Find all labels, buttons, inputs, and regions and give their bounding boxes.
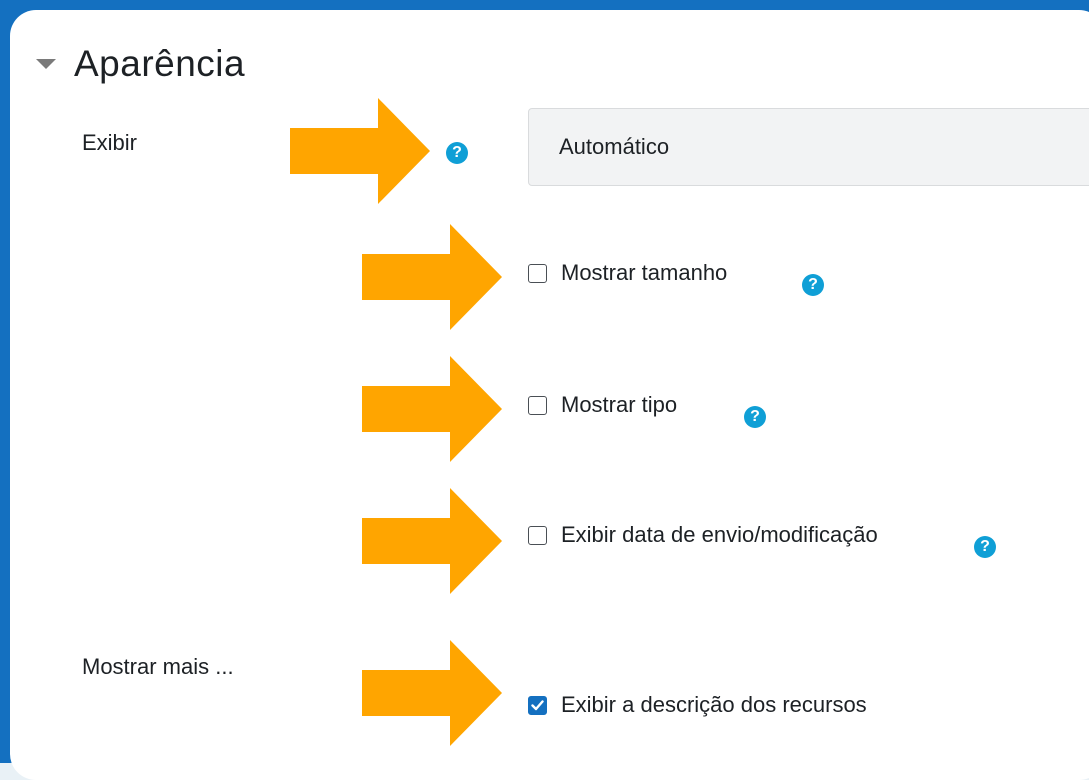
checkmark-icon bbox=[531, 699, 544, 710]
option-show-size[interactable]: Mostrar tamanho bbox=[528, 260, 727, 286]
help-icon[interactable]: ? bbox=[974, 536, 996, 558]
arrow-icon bbox=[362, 356, 502, 462]
section-header[interactable]: Aparência bbox=[36, 42, 245, 86]
arrow-icon bbox=[362, 488, 502, 594]
arrow-icon bbox=[290, 98, 430, 204]
show-description-checkbox[interactable] bbox=[528, 695, 547, 715]
show-type-checkbox[interactable] bbox=[528, 395, 547, 415]
show-date-label: Exibir data de envio/modificação bbox=[561, 522, 878, 547]
show-size-checkbox[interactable] bbox=[528, 263, 547, 283]
show-date-checkbox[interactable] bbox=[528, 525, 547, 545]
exibir-label: Exibir bbox=[82, 130, 138, 155]
section-title: Aparência bbox=[74, 43, 246, 84]
help-icon[interactable]: ? bbox=[744, 406, 766, 428]
option-show-type[interactable]: Mostrar tipo bbox=[528, 392, 677, 418]
help-icon[interactable]: ? bbox=[802, 274, 824, 296]
arrow-icon bbox=[362, 640, 502, 746]
arrow-icon bbox=[362, 224, 502, 330]
show-size-label: Mostrar tamanho bbox=[561, 260, 728, 285]
show-description-label: Exibir a descrição dos recursos bbox=[561, 692, 867, 717]
caret-down-icon[interactable] bbox=[36, 59, 56, 69]
help-icon[interactable]: ? bbox=[446, 142, 468, 164]
display-select-value: Automático bbox=[559, 134, 670, 159]
show-more-label: Mostrar mais ... bbox=[82, 654, 234, 679]
option-show-date[interactable]: Exibir data de envio/modificação bbox=[528, 522, 878, 548]
display-select[interactable]: Automático bbox=[528, 108, 1089, 186]
show-type-label: Mostrar tipo bbox=[561, 392, 678, 417]
option-show-description[interactable]: Exibir a descrição dos recursos bbox=[528, 692, 867, 718]
